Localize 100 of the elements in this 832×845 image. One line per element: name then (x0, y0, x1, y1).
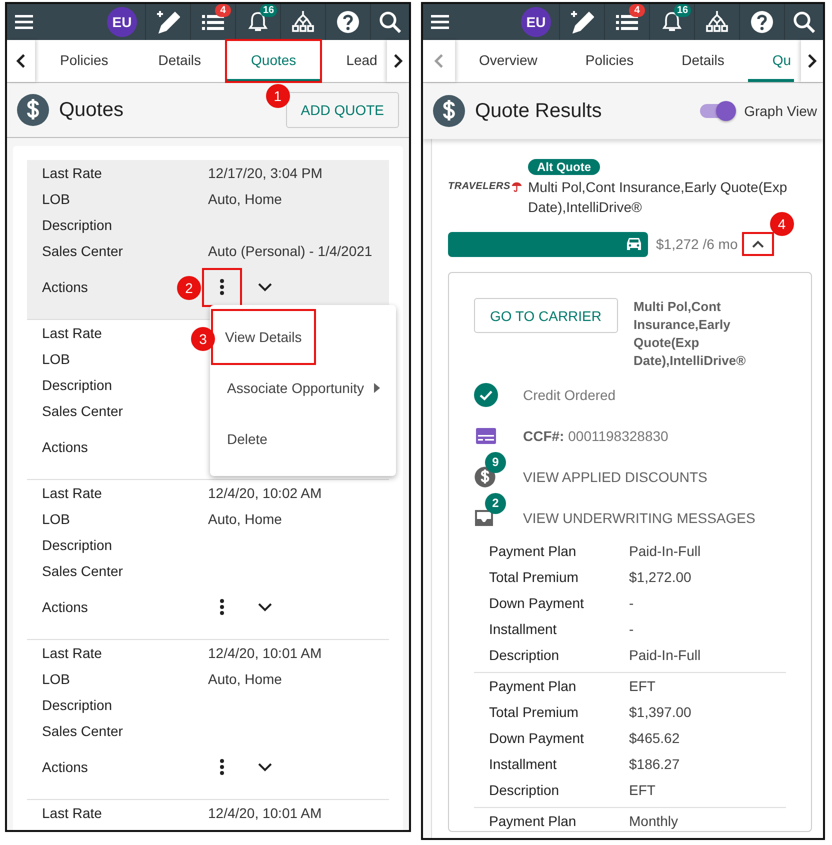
field-value: 12/4/20, 10:01 AM (208, 645, 322, 661)
help-icon[interactable] (750, 10, 774, 34)
field-label: Last Rate (42, 645, 102, 661)
add-quote-button[interactable]: ADD QUOTE (286, 92, 399, 128)
field-label: Total Premium (489, 569, 580, 585)
dollar-icon (433, 95, 465, 127)
hierarchy-icon[interactable] (705, 10, 729, 34)
section-title: Quote Results (475, 100, 602, 122)
quote-item[interactable]: Last Rate 12/17/20, 3:04 PM LOB Auto, Home Description Sales Center Auto (Personal) - 1/4/2021 Actions 2 (27, 160, 389, 320)
field-value: Monthly (629, 813, 678, 829)
field-value: EFT (629, 678, 656, 694)
field-label: Sales Center (42, 403, 123, 419)
field-value: EFT (629, 782, 656, 798)
field-label: LOB (42, 511, 70, 527)
quote-item[interactable]: Last Rate 12/4/20, 10:01 AM (27, 800, 389, 830)
field-label: Payment Plan (489, 813, 578, 829)
callout-marker: 4 (770, 212, 794, 236)
expand-icon[interactable] (258, 282, 272, 292)
menu-icon[interactable] (15, 15, 33, 29)
field-label: Payment Plan (489, 543, 578, 559)
pencil-plus-icon[interactable] (570, 10, 594, 34)
list-icon[interactable] (616, 13, 638, 31)
field-label: Last Rate (42, 325, 102, 341)
field-label: Actions (42, 759, 88, 775)
link[interactable]: VIEW UNDERWRITING MESSAGES (523, 510, 756, 526)
help-icon[interactable] (336, 10, 360, 34)
tab[interactable]: Policies (35, 40, 134, 82)
field-label: LOB (42, 671, 70, 687)
ccf-number: CCF#: 0001198328830 (523, 428, 668, 444)
field-label: Down Payment (489, 730, 585, 746)
collapse-button[interactable] (744, 234, 772, 254)
field-label: Payment Plan (489, 678, 578, 694)
count-badge: 16 (674, 4, 692, 17)
field-label: Sales Center (42, 563, 123, 579)
field-label: Description (42, 697, 112, 713)
field-value: 12/4/20, 10:02 AM (208, 485, 322, 501)
tab[interactable]: Lead (321, 40, 380, 82)
quote-item[interactable]: Last Rate 12/4/20, 10:02 AM LOB Auto, Home Description Sales Center Actions (27, 480, 389, 640)
carrier-logo: TRAVELERS (448, 179, 522, 193)
field-value: - (629, 621, 634, 637)
field-value: $1,272.00 (629, 569, 692, 585)
menu-icon[interactable] (431, 15, 449, 29)
field-label: Last Rate (42, 805, 102, 821)
field-value: Auto (Personal) - 1/4/2021 (208, 243, 372, 259)
quote-item[interactable]: Last Rate 12/4/20, 10:01 AM LOB Auto, Home Description Sales Center Actions (27, 640, 389, 800)
field-value: $465.62 (629, 730, 680, 746)
field-value: Paid-In-Full (629, 543, 701, 559)
count-badge: 16 (260, 4, 278, 17)
chevron-icon (752, 240, 764, 248)
field-label: Description (489, 782, 560, 798)
field-label: Description (489, 647, 560, 663)
field-value: 12/4/20, 10:01 AM (208, 805, 322, 821)
card-icon (474, 426, 498, 444)
field-label: Actions (42, 439, 88, 455)
field-value: Auto, Home (208, 671, 282, 687)
check-icon (474, 382, 498, 406)
field-label: Sales Center (42, 243, 123, 259)
count-badge: 9 (485, 452, 506, 472)
user-avatar[interactable]: EU (107, 7, 137, 37)
credit-status: Credit Ordered (523, 386, 616, 402)
field-label: Description (42, 537, 112, 553)
tab[interactable]: Policies (561, 40, 658, 82)
chevron-right-icon[interactable] (807, 54, 817, 68)
field-label: Description (42, 377, 112, 393)
submenu-arrow-icon (374, 382, 380, 392)
hierarchy-icon[interactable] (291, 10, 315, 34)
link[interactable]: VIEW APPLIED DISCOUNTS (523, 468, 708, 484)
field-label: Installment (489, 756, 558, 772)
tab[interactable]: Details (133, 40, 226, 82)
pencil-plus-icon[interactable] (156, 10, 180, 34)
tab[interactable]: Details (658, 40, 748, 82)
menu-item[interactable]: Associate Opportunity (213, 362, 378, 413)
field-label: Last Rate (42, 485, 102, 501)
go-to-carrier-button[interactable]: GO TO CARRIER (474, 298, 618, 333)
expand-icon[interactable] (258, 602, 272, 612)
field-value: $1,397.00 (629, 704, 692, 720)
more-icon (220, 279, 224, 295)
more-options-button[interactable] (204, 270, 240, 304)
field-label: Actions (42, 279, 88, 295)
field-label: Sales Center (42, 723, 123, 739)
search-icon[interactable] (793, 11, 815, 33)
graph-view-toggle[interactable] (700, 104, 734, 118)
tab[interactable]: Overview (455, 40, 562, 82)
list-icon[interactable] (202, 13, 224, 31)
chevron-left-icon[interactable] (16, 54, 26, 68)
count-badge: 4 (215, 4, 231, 17)
user-avatar[interactable]: EU (521, 7, 551, 37)
premium-price: $1,272 /6 mo (656, 236, 738, 252)
more-icon (220, 599, 224, 615)
field-value: 12/17/20, 3:04 PM (208, 165, 322, 181)
expand-icon[interactable] (258, 762, 272, 772)
field-label: LOB (42, 191, 70, 207)
field-label: Down Payment (489, 595, 585, 611)
chevron-right-icon[interactable] (393, 54, 403, 68)
search-icon[interactable] (379, 11, 401, 33)
field-value: Auto, Home (208, 511, 282, 527)
toggle-label: Graph View (744, 103, 817, 119)
more-icon (220, 759, 224, 775)
field-label: Actions (42, 599, 88, 615)
menu-item[interactable]: Delete (213, 413, 282, 464)
